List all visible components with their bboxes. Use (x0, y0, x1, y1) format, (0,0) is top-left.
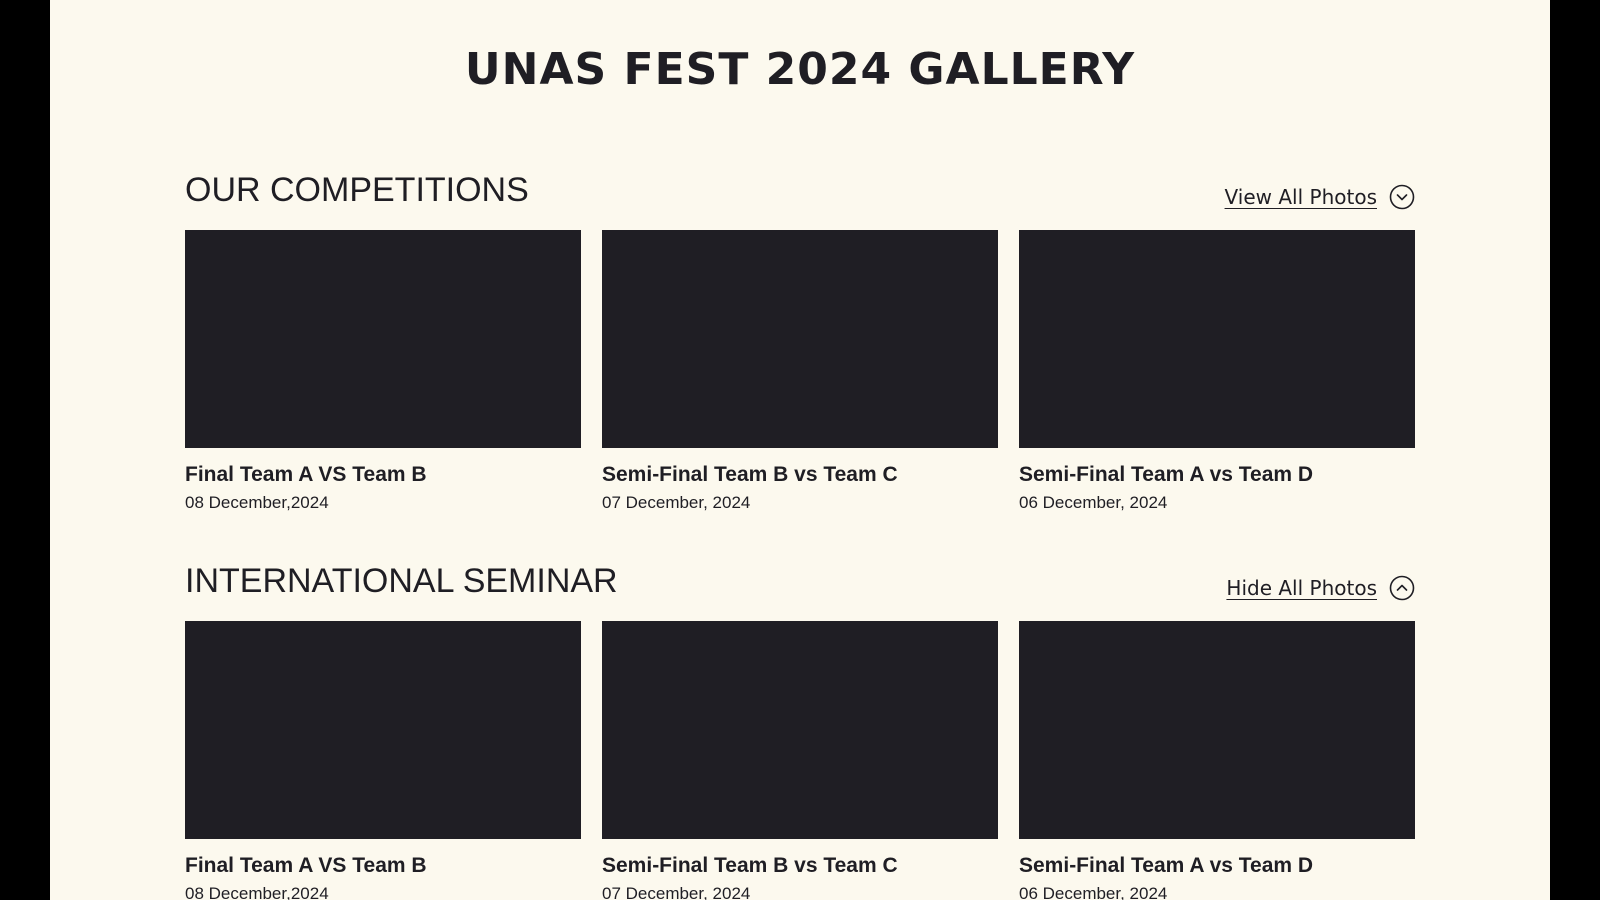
photo-title: Semi-Final Team A vs Team D (1019, 854, 1314, 877)
photo-title: Final Team A VS Team B (185, 463, 427, 486)
view-all-photos-link[interactable]: View All Photos (1225, 184, 1415, 210)
gallery-page: UNAS FEST 2024 GALLERY OUR COMPETITIONS … (50, 0, 1550, 900)
photo-thumbnail[interactable] (602, 621, 998, 839)
section-header: INTERNATIONAL SEMINAR Hide All Photos (185, 561, 1415, 621)
section-competitions: OUR COMPETITIONS View All Photos Final T… (185, 170, 1415, 513)
section-title: INTERNATIONAL SEMINAR (185, 562, 618, 600)
page-title: UNAS FEST 2024 GALLERY (464, 44, 1136, 95)
photo-title: Semi-Final Team B vs Team C (602, 854, 898, 877)
photo-card[interactable]: Semi-Final Team B vs Team C 07 December,… (602, 621, 998, 900)
photo-date: 08 December,2024 (185, 493, 329, 512)
photo-date: 06 December, 2024 (1019, 493, 1168, 512)
chevron-down-circle-icon[interactable] (1389, 184, 1415, 210)
photo-card[interactable]: Final Team A VS Team B 08 December,2024 (185, 621, 581, 900)
photo-title: Semi-Final Team A vs Team D (1019, 463, 1314, 486)
photo-date: 07 December, 2024 (602, 493, 751, 512)
photo-card[interactable]: Semi-Final Team A vs Team D 06 December,… (1019, 230, 1415, 513)
view-all-photos-label[interactable]: View All Photos (1225, 185, 1377, 209)
photo-date: 08 December,2024 (185, 884, 329, 900)
section-title: OUR COMPETITIONS (185, 171, 529, 209)
photo-card[interactable]: Final Team A VS Team B 08 December,2024 (185, 230, 581, 513)
photo-title: Final Team A VS Team B (185, 854, 427, 877)
photo-date: 06 December, 2024 (1019, 884, 1168, 900)
photo-thumbnail[interactable] (1019, 621, 1415, 839)
photo-grid: Final Team A VS Team B 08 December,2024 … (185, 621, 1415, 900)
photo-thumbnail[interactable] (185, 230, 581, 448)
section-header: OUR COMPETITIONS View All Photos (185, 170, 1415, 230)
hide-all-photos-label[interactable]: Hide All Photos (1226, 576, 1377, 600)
photo-thumbnail[interactable] (602, 230, 998, 448)
section-international-seminar: INTERNATIONAL SEMINAR Hide All Photos Fi… (185, 561, 1415, 900)
chevron-up-circle-icon[interactable] (1389, 575, 1415, 601)
photo-thumbnail[interactable] (1019, 230, 1415, 448)
hide-all-photos-link[interactable]: Hide All Photos (1226, 575, 1415, 601)
photo-thumbnail[interactable] (185, 621, 581, 839)
photo-card[interactable]: Semi-Final Team A vs Team D 06 December,… (1019, 621, 1415, 900)
photo-date: 07 December, 2024 (602, 884, 751, 900)
photo-title: Semi-Final Team B vs Team C (602, 463, 898, 486)
photo-card[interactable]: Semi-Final Team B vs Team C 07 December,… (602, 230, 998, 513)
photo-grid: Final Team A VS Team B 08 December,2024 … (185, 230, 1415, 513)
